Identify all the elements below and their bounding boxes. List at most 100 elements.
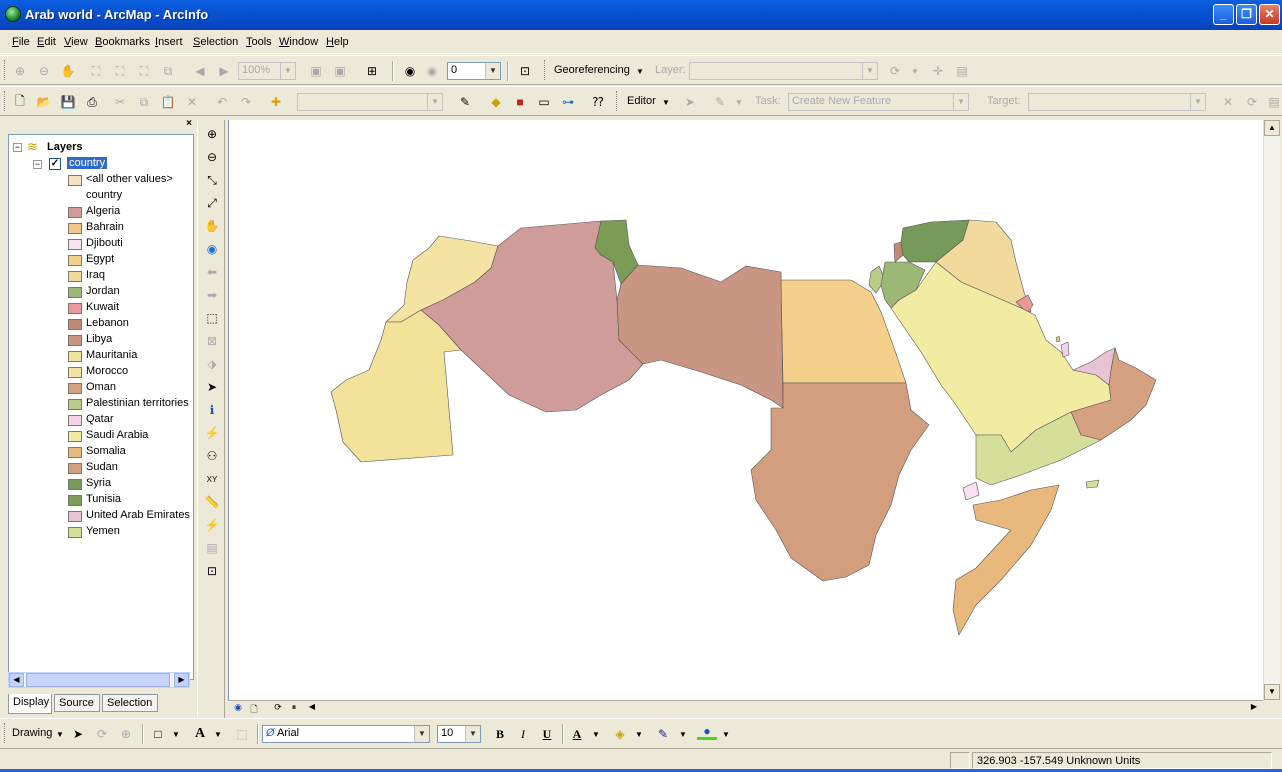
legend-swatch[interactable] — [68, 479, 82, 490]
undo-icon[interactable]: ↶ — [212, 92, 232, 112]
chevron-down-icon[interactable]: ▼ — [729, 92, 749, 112]
hyperlink-bolt-icon[interactable]: ⚡ — [202, 515, 222, 535]
chevron-down-icon[interactable]: ▼ — [716, 724, 736, 744]
map-vertical-scrollbar[interactable]: ▲ ▼ — [1263, 120, 1280, 700]
tab-selection[interactable]: Selection — [102, 694, 158, 712]
focus-frame-icon[interactable]: ▣ — [330, 61, 350, 81]
rotate-icon[interactable]: ⟳ — [885, 61, 905, 81]
chevron-down-icon[interactable]: ▼ — [586, 724, 606, 744]
rotate-tool-icon[interactable]: ⟳ — [1242, 92, 1262, 112]
chevron-down-icon[interactable]: ▼ — [905, 61, 925, 81]
font-size-combo[interactable]: 10 ▼ — [437, 725, 481, 743]
legend-swatch[interactable] — [68, 207, 82, 218]
line-color-icon[interactable]: ✎ — [653, 724, 673, 744]
select-elements-arrow-icon[interactable]: ➤ — [68, 724, 88, 744]
collapse-layers-icon[interactable]: − — [13, 143, 22, 152]
scroll-down-icon[interactable]: ▼ — [1264, 684, 1280, 700]
menu-insert[interactable]: Insert — [155, 36, 183, 48]
country-sudan[interactable] — [750, 382, 930, 582]
tab-display[interactable]: Display — [8, 694, 52, 714]
chevron-down-icon[interactable]: ▼ — [673, 724, 693, 744]
chevron-down-icon[interactable]: ▼ — [166, 724, 186, 744]
chevron-down-icon[interactable]: ▼ — [630, 61, 650, 81]
fixed-zoom-in-icon[interactable]: ⊕ — [10, 61, 30, 81]
legend-swatch[interactable] — [68, 303, 82, 314]
fixed-zoom-out-icon[interactable]: ⊖ — [34, 61, 54, 81]
underline-button[interactable]: U — [537, 724, 557, 744]
legend-swatch[interactable] — [68, 511, 82, 522]
layer-visibility-checkbox[interactable]: ✓ — [49, 158, 61, 170]
task-combo[interactable]: Create New Feature ▼ — [788, 93, 969, 111]
delete-icon[interactable]: ✕ — [182, 92, 202, 112]
editor-toolbar-icon[interactable]: ✎ — [455, 92, 475, 112]
menu-edit[interactable]: Edit — [37, 36, 56, 48]
close-button[interactable]: ✕ — [1259, 4, 1280, 25]
3d-globe-icon[interactable]: ◉ — [400, 61, 420, 81]
legend-swatch[interactable] — [68, 239, 82, 250]
zoom-to-elements-icon[interactable]: ⊕ — [116, 724, 136, 744]
modelbuilder-icon[interactable]: ⊶ — [558, 92, 578, 112]
zoom-out-icon[interactable]: ⊖ — [202, 147, 222, 167]
go-to-xy-icon[interactable]: XY — [202, 469, 222, 489]
previous-extent-icon[interactable]: ⬅ — [202, 262, 222, 282]
arccatalog-icon[interactable]: ◆ — [486, 92, 506, 112]
forward-extent-icon[interactable]: ▶ — [214, 61, 234, 81]
rotate-element-icon[interactable]: ⟳ — [92, 724, 112, 744]
layer-country[interactable]: country — [67, 157, 108, 169]
country-djibouti[interactable] — [962, 481, 980, 501]
target-combo[interactable]: ▼ — [1028, 93, 1206, 111]
scroll-left-icon[interactable]: ◀ — [9, 673, 24, 687]
data-view-icon[interactable]: ◉ — [232, 702, 244, 714]
scroll-right-icon[interactable]: ▶ — [1248, 702, 1260, 714]
menu-view[interactable]: View — [64, 36, 88, 48]
legend-swatch[interactable] — [68, 223, 82, 234]
chevron-down-icon[interactable]: ▼ — [208, 724, 228, 744]
zoom-level-combo[interactable]: 100% ▼ — [238, 62, 296, 80]
legend-swatch[interactable] — [68, 271, 82, 282]
pan-icon[interactable]: ✋ — [58, 61, 78, 81]
open-folder-icon[interactable]: 📂 — [34, 92, 54, 112]
scroll-right-icon[interactable]: ▶ — [174, 673, 189, 687]
layer-index-combo[interactable]: 0 ▼ — [447, 62, 501, 80]
map-canvas[interactable] — [229, 120, 1263, 700]
pan-hand-icon[interactable]: ✋ — [202, 216, 222, 236]
navigate-icon[interactable]: ◉ — [422, 61, 442, 81]
legend-swatch[interactable] — [68, 447, 82, 458]
menu-file[interactable]: File — [12, 36, 30, 48]
full-extent-globe-icon[interactable]: ◉ — [202, 239, 222, 259]
identify-icon[interactable]: ℹ — [202, 400, 222, 420]
legend-swatch[interactable] — [68, 383, 82, 394]
font-combo[interactable]: Ø Arial ▼ — [262, 725, 430, 743]
rectangle-icon[interactable]: □ — [148, 724, 168, 744]
save-icon[interactable]: 💾 — [58, 92, 78, 112]
toggle-draft-icon[interactable]: ▣ — [306, 61, 326, 81]
font-color-icon[interactable]: A — [567, 724, 587, 744]
command-line-icon[interactable]: ▭ — [534, 92, 554, 112]
close-icon[interactable]: × — [186, 118, 192, 129]
minimize-button[interactable]: _ — [1213, 4, 1234, 25]
edit-vertices-icon[interactable]: ⬚ — [232, 724, 252, 744]
hyperlink-icon[interactable]: ⚡ — [202, 423, 222, 443]
pause-drawing-icon[interactable]: ⏸ — [288, 702, 300, 714]
add-data-icon[interactable]: ✚ — [266, 92, 286, 112]
menu-help[interactable]: Help — [326, 36, 349, 48]
zoom-in-icon[interactable]: ⊕ — [202, 124, 222, 144]
georeferencing-menu[interactable]: Georeferencing — [554, 64, 630, 76]
menu-tools[interactable]: Tools — [246, 36, 272, 48]
country-somalia[interactable] — [952, 484, 1060, 636]
whats-this-icon[interactable]: ⁇ — [588, 92, 608, 112]
fill-color-icon[interactable]: ◈ — [610, 724, 630, 744]
scroll-thumb[interactable] — [26, 673, 170, 687]
legend-swatch[interactable] — [68, 463, 82, 474]
edit-tool-icon[interactable]: ➤ — [680, 92, 700, 112]
drawing-menu[interactable]: Drawing — [12, 727, 52, 739]
zoom-actual-icon[interactable]: ⧉ — [158, 61, 178, 81]
create-viewer-icon[interactable]: ⊡ — [202, 561, 222, 581]
back-extent-icon[interactable]: ◀ — [190, 61, 210, 81]
attributes-icon[interactable]: ▤ — [1264, 92, 1282, 112]
restore-button[interactable]: ❐ — [1236, 4, 1257, 25]
select-elements-disabled-icon[interactable]: ⬗ — [202, 354, 222, 374]
html-popup-icon[interactable]: ▤ — [202, 538, 222, 558]
country-mauritania[interactable] — [330, 309, 462, 463]
editor-menu[interactable]: Editor — [627, 95, 656, 107]
